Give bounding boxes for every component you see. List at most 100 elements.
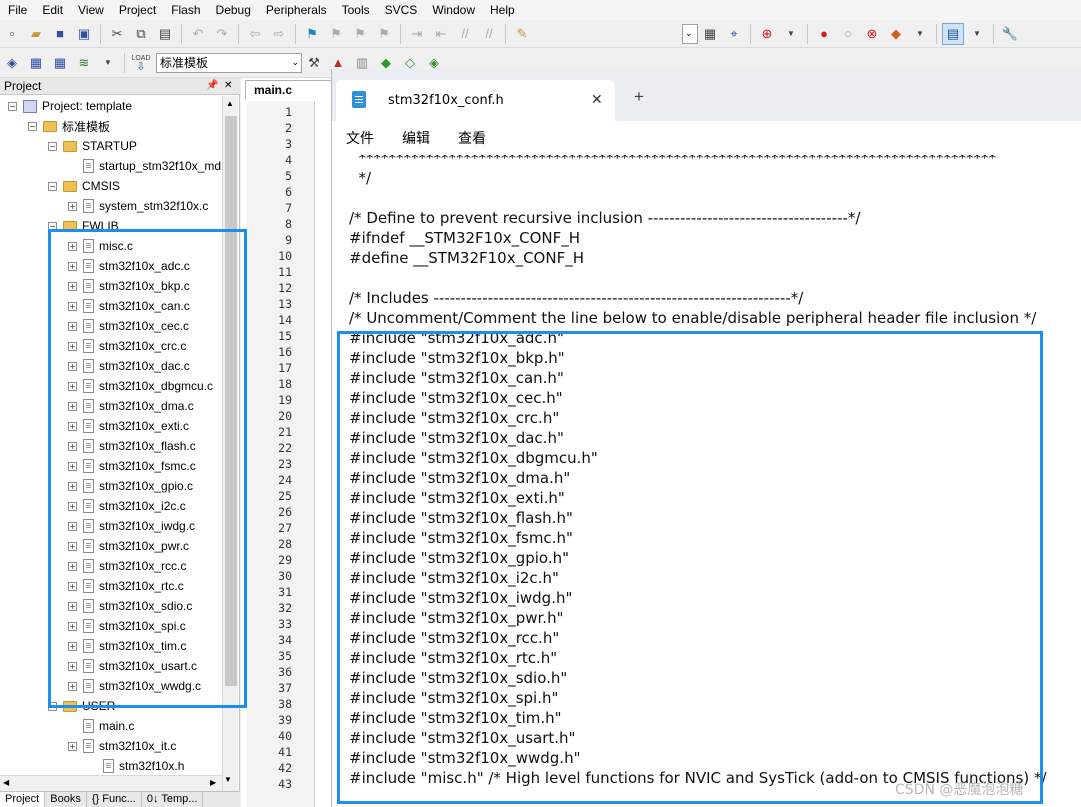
- configure-icon[interactable]: 🔧: [999, 23, 1021, 45]
- collapse-icon[interactable]: −: [48, 181, 57, 191]
- tree-file-label: main.c: [99, 719, 135, 733]
- window-layout-icon[interactable]: ▤: [942, 22, 964, 45]
- undo-icon[interactable]: ↶: [187, 23, 209, 45]
- comment-icon[interactable]: //: [454, 23, 476, 45]
- line-number: 24: [278, 473, 292, 487]
- menu-project[interactable]: Project: [111, 1, 163, 19]
- breakpoint-disable-icon[interactable]: ○: [837, 23, 859, 45]
- tree-horizontal-scrollbar[interactable]: ◀ ▶: [0, 775, 222, 791]
- scroll-down-icon[interactable]: ▼: [224, 775, 232, 784]
- line-number: 38: [278, 697, 292, 711]
- collapse-icon[interactable]: −: [28, 121, 37, 131]
- dropdown-arrow-icon[interactable]: ▼: [909, 23, 931, 45]
- tree-project-root[interactable]: − Project: template: [8, 96, 132, 116]
- breakpoint-kill-icon[interactable]: ⊗: [861, 23, 883, 45]
- line-number: 10: [278, 249, 292, 263]
- scroll-up-icon[interactable]: ▲: [226, 99, 234, 108]
- menu-peripherals[interactable]: Peripherals: [258, 1, 334, 19]
- save-all-icon[interactable]: ▣: [73, 23, 95, 45]
- toolbar-separator: [295, 23, 296, 44]
- pin-icon[interactable]: 📌: [206, 80, 218, 91]
- menu-svcs[interactable]: SVCS: [377, 1, 425, 19]
- file-icon: [83, 159, 94, 173]
- collapse-icon[interactable]: −: [8, 101, 17, 111]
- notepad-tab[interactable]: stm32f10x_conf.h ✕: [336, 80, 615, 121]
- build-icon[interactable]: ▦: [25, 52, 47, 74]
- target-options-icon[interactable]: ⚒: [303, 52, 325, 74]
- paste-icon[interactable]: ▤: [154, 23, 176, 45]
- translate-icon[interactable]: ◈: [1, 52, 23, 74]
- unindent-icon[interactable]: ⇤: [430, 23, 452, 45]
- close-icon[interactable]: ✕: [224, 80, 232, 91]
- expand-icon[interactable]: +: [68, 741, 77, 751]
- menu-edit[interactable]: Edit: [34, 1, 70, 19]
- tree-file[interactable]: main.c: [68, 716, 134, 736]
- debug-session-icon[interactable]: ⊕: [756, 23, 778, 45]
- new-file-icon[interactable]: ▫: [1, 23, 23, 45]
- download-icon[interactable]: LOAD ⇩: [130, 52, 152, 74]
- save-icon[interactable]: ■: [49, 23, 71, 45]
- nav-back-icon[interactable]: ⇦: [244, 23, 266, 45]
- bookmark-prev-icon[interactable]: ⚑: [325, 23, 347, 45]
- tree-file[interactable]: stm32f10x.h: [88, 756, 184, 776]
- dropdown-arrow-icon[interactable]: ▼: [966, 23, 988, 45]
- line-number: 11: [278, 265, 292, 279]
- breakpoint-icon[interactable]: ●: [813, 23, 835, 45]
- find-combo[interactable]: ⌄: [682, 23, 698, 44]
- scroll-left-icon[interactable]: ◀: [3, 778, 9, 787]
- menu-debug[interactable]: Debug: [208, 1, 258, 19]
- cut-icon[interactable]: ✂: [106, 23, 128, 45]
- nav-forward-icon[interactable]: ⇨: [268, 23, 290, 45]
- notepad-menu-0[interactable]: 文件: [346, 128, 374, 148]
- tree-group-cmsis[interactable]: − CMSIS: [48, 176, 120, 196]
- dropdown-arrow-icon[interactable]: ▼: [780, 23, 802, 45]
- toolbar-separator: [505, 23, 506, 44]
- includes-highlight-box: [337, 331, 1043, 804]
- notepad-menu-2[interactable]: 查看: [458, 128, 486, 148]
- scroll-right-icon[interactable]: ▶: [210, 778, 216, 787]
- code-line: #define __STM32F10x_CONF_H: [349, 249, 584, 267]
- panel-tab-1[interactable]: Books: [45, 792, 87, 807]
- notepad-file-icon: [352, 91, 366, 108]
- line-number: 31: [278, 585, 292, 599]
- target-select[interactable]: 标准模板 ⌄: [156, 52, 302, 73]
- dropdown-arrow-icon[interactable]: ▼: [97, 52, 119, 74]
- breakpoint-options-icon[interactable]: ◆: [885, 23, 907, 45]
- close-tab-icon[interactable]: ✕: [591, 92, 603, 108]
- uncomment-icon[interactable]: //: [478, 23, 500, 45]
- tree-target[interactable]: − 标准模板: [28, 116, 110, 136]
- tab-main-c[interactable]: main.c: [245, 80, 335, 99]
- rebuild-icon[interactable]: ▦: [49, 52, 71, 74]
- bookmark-icon[interactable]: ⚑: [301, 23, 323, 45]
- copy-icon[interactable]: ⧉: [130, 23, 152, 45]
- tree-file[interactable]: + stm32f10x_it.c: [68, 736, 176, 756]
- menu-tools[interactable]: Tools: [334, 1, 377, 19]
- indent-icon[interactable]: ⇥: [406, 23, 428, 45]
- incremental-find-icon[interactable]: ⌖: [723, 23, 745, 45]
- menu-flash[interactable]: Flash: [163, 1, 207, 19]
- panel-tab-3[interactable]: 0↓ Temp...: [142, 792, 204, 807]
- bookmark-next-icon[interactable]: ⚑: [349, 23, 371, 45]
- menu-help[interactable]: Help: [482, 1, 522, 19]
- menu-view[interactable]: View: [70, 1, 111, 19]
- notepad-menu-1[interactable]: 编辑: [402, 128, 430, 148]
- panel-tab-2[interactable]: {} Func...: [87, 792, 142, 807]
- find-icon[interactable]: ▦: [699, 23, 721, 45]
- batch-build-icon[interactable]: ≋: [73, 52, 95, 74]
- new-tab-icon[interactable]: +: [634, 87, 644, 107]
- open-folder-icon[interactable]: ▰: [25, 23, 47, 45]
- tree-file[interactable]: startup_stm32f10x_md.s: [68, 156, 222, 176]
- redo-icon[interactable]: ↷: [211, 23, 233, 45]
- collapse-icon[interactable]: −: [48, 141, 57, 151]
- tree-group-startup[interactable]: − STARTUP: [48, 136, 137, 156]
- file-icon: [103, 759, 114, 773]
- panel-tab-0[interactable]: Project: [0, 792, 46, 807]
- bookmark-clear-icon[interactable]: ⚑: [373, 23, 395, 45]
- menu-file[interactable]: File: [0, 1, 34, 19]
- menubar: File Edit View Project Flash Debug Peripherals…: [0, 0, 1081, 20]
- menu-window[interactable]: Window: [424, 1, 482, 19]
- tree-file[interactable]: + system_stm32f10x.c: [68, 196, 208, 216]
- find-in-files-icon[interactable]: ✎: [511, 23, 533, 45]
- expand-icon[interactable]: +: [68, 201, 77, 211]
- watermark: CSDN @恶魔泡泡糖: [895, 782, 1024, 798]
